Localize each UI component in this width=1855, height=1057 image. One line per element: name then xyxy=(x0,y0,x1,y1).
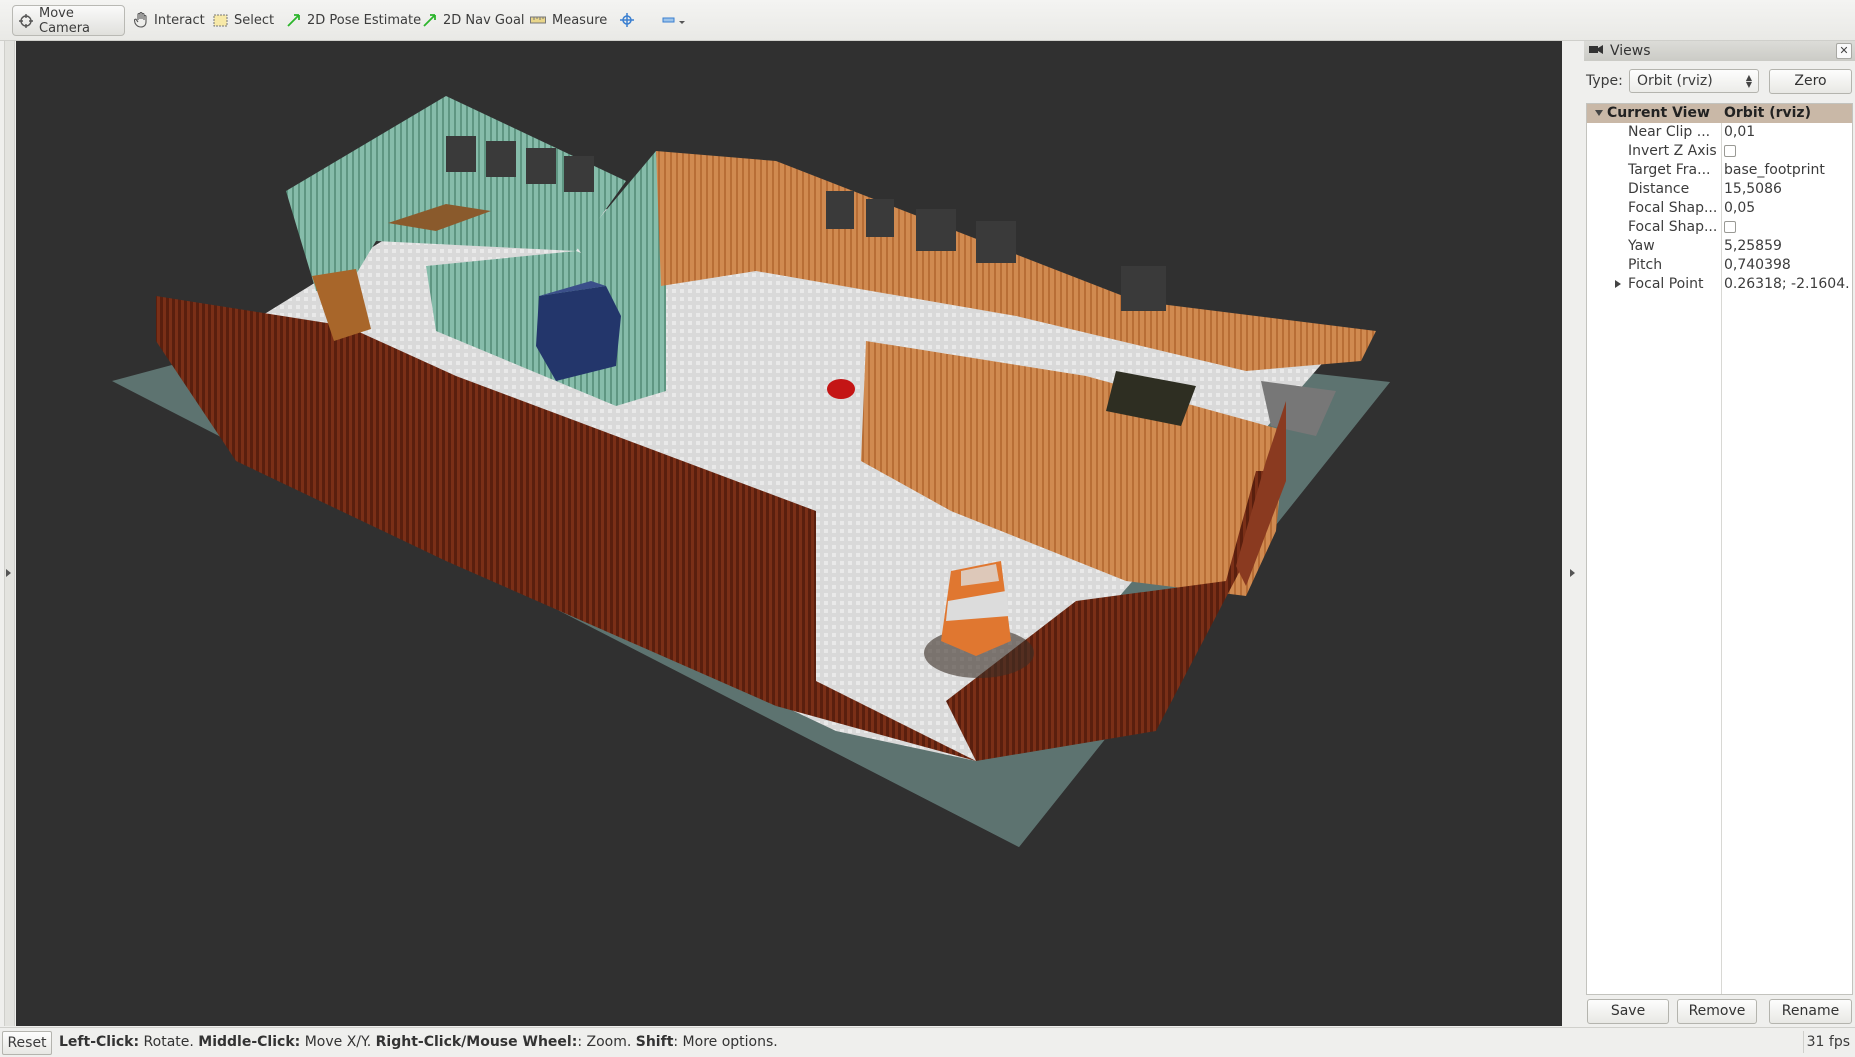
type-label: Type: xyxy=(1586,73,1623,89)
remove-tool-button[interactable] xyxy=(656,6,694,34)
property-value[interactable]: 5,25859 xyxy=(1724,238,1850,254)
measure-tool[interactable]: Measure xyxy=(524,6,613,34)
hint-key: Left-Click: xyxy=(59,1034,140,1050)
move-camera-tool[interactable]: Move Camera xyxy=(12,5,125,36)
collapse-triangle-icon[interactable] xyxy=(1595,110,1603,116)
property-row-near-clip[interactable]: Near Clip ... 0,01 xyxy=(1587,123,1852,142)
camera-icon xyxy=(1588,43,1604,59)
select-label: Select xyxy=(234,12,275,28)
status-hint: Left-Click: Rotate. Middle-Click: Move X… xyxy=(59,1034,778,1050)
remove-button[interactable]: Remove xyxy=(1677,999,1757,1024)
zero-button[interactable]: Zero xyxy=(1769,69,1852,94)
measure-label: Measure xyxy=(552,12,608,28)
hint-key: Right-Click/Mouse Wheel: xyxy=(375,1034,578,1050)
property-value[interactable]: 0.26318; -2.1604... xyxy=(1724,276,1850,292)
property-row-target-frame[interactable]: Target Fra... base_footprint xyxy=(1587,161,1852,180)
move-camera-icon xyxy=(19,13,33,28)
left-splitter-bar[interactable] xyxy=(4,41,15,1026)
render-viewport[interactable] xyxy=(16,41,1562,1026)
property-name: Target Fra... xyxy=(1628,162,1711,178)
property-value[interactable]: 15,5086 xyxy=(1724,181,1850,197)
hint-text: Move X/Y. xyxy=(300,1034,376,1050)
invert-z-checkbox[interactable] xyxy=(1724,145,1736,157)
property-name: Pitch xyxy=(1628,257,1663,273)
select-box-icon xyxy=(213,14,228,27)
select-tool[interactable]: Select xyxy=(207,6,280,34)
point-cloud-scene xyxy=(112,96,1390,847)
reset-button[interactable]: Reset xyxy=(2,1031,52,1055)
fps-counter: 31 fps xyxy=(1802,1031,1853,1053)
focal-shape-checkbox[interactable] xyxy=(1724,221,1736,233)
left-dock-handle[interactable] xyxy=(0,41,16,1026)
property-row-invert-z[interactable]: Invert Z Axis xyxy=(1587,142,1852,161)
property-name: Focal Point xyxy=(1628,276,1704,292)
view-type-value: Orbit (rviz) xyxy=(1637,73,1713,89)
hand-icon xyxy=(134,12,148,28)
current-view-value: Orbit (rviz) xyxy=(1724,105,1811,121)
view-properties-tree[interactable]: Current View Orbit (rviz) Near Clip ... … xyxy=(1586,103,1853,995)
blue-cabinet xyxy=(536,286,621,381)
close-icon: ✕ xyxy=(1839,44,1849,57)
minus-dropdown-icon xyxy=(662,13,688,27)
interact-label: Interact xyxy=(154,12,205,28)
toolbar: Move Camera Interact Select 2D Pose Esti… xyxy=(0,0,1855,41)
property-name: Invert Z Axis xyxy=(1628,143,1717,159)
expand-right-arrow-icon[interactable] xyxy=(1570,569,1575,577)
property-name: Near Clip ... xyxy=(1628,124,1711,140)
current-view-label: Current View xyxy=(1607,105,1710,121)
views-panel-title: Views xyxy=(1610,43,1651,59)
close-panel-button[interactable]: ✕ xyxy=(1836,43,1852,59)
views-panel: Views ✕ Type: Orbit (rviz) ▲ ▼ Zero Curre… xyxy=(1584,41,1855,1026)
hint-text: : More options. xyxy=(673,1034,778,1050)
red-object xyxy=(827,379,855,399)
property-row-yaw[interactable]: Yaw 5,25859 xyxy=(1587,237,1852,256)
status-bar: Reset Left-Click: Rotate. Middle-Click: … xyxy=(0,1027,1855,1057)
property-name: Yaw xyxy=(1628,238,1655,254)
spinner-arrows-icon: ▲ ▼ xyxy=(1745,73,1752,89)
property-row-focal-point[interactable]: Focal Point 0.26318; -2.1604... xyxy=(1587,275,1852,294)
green-arrow-icon xyxy=(287,13,301,27)
nav-goal-label: 2D Nav Goal xyxy=(443,12,525,28)
save-button[interactable]: Save xyxy=(1587,999,1669,1024)
plus-crosshair-icon xyxy=(620,13,634,27)
right-dock-handle[interactable] xyxy=(1562,41,1584,1026)
property-value[interactable]: 0,05 xyxy=(1724,200,1850,216)
property-value[interactable]: base_footprint xyxy=(1724,162,1850,178)
ruler-icon xyxy=(530,16,546,24)
move-camera-label: Move Camera xyxy=(39,5,91,36)
property-value[interactable]: 0,01 xyxy=(1724,124,1850,140)
pose-estimate-tool[interactable]: 2D Pose Estimate xyxy=(281,6,427,34)
property-name: Focal Shap... xyxy=(1628,200,1718,216)
property-row-distance[interactable]: Distance 15,5086 xyxy=(1587,180,1852,199)
add-tool-button[interactable] xyxy=(614,6,640,34)
hint-text: Rotate. xyxy=(139,1034,199,1050)
property-row-pitch[interactable]: Pitch 0,740398 xyxy=(1587,256,1852,275)
hint-key: Middle-Click: xyxy=(198,1034,301,1050)
expand-triangle-icon[interactable] xyxy=(1615,280,1621,288)
rename-button[interactable]: Rename xyxy=(1769,999,1852,1024)
expand-left-arrow-icon[interactable] xyxy=(6,569,11,577)
property-name: Distance xyxy=(1628,181,1690,197)
property-row-focal-shape-fixed[interactable]: Focal Shap... xyxy=(1587,218,1852,237)
green-arrow-icon xyxy=(423,13,437,27)
property-row-focal-shape-size[interactable]: Focal Shap... 0,05 xyxy=(1587,199,1852,218)
interact-tool[interactable]: Interact xyxy=(128,6,211,34)
hint-key: Shift xyxy=(635,1034,674,1050)
nav-goal-tool[interactable]: 2D Nav Goal xyxy=(417,6,531,34)
views-panel-title-bar: Views ✕ xyxy=(1584,41,1855,61)
view-type-select[interactable]: Orbit (rviz) ▲ ▼ xyxy=(1629,69,1759,93)
view-type-row: Type: Orbit (rviz) ▲ ▼ Zero xyxy=(1584,69,1855,95)
current-view-row[interactable]: Current View Orbit (rviz) xyxy=(1587,104,1852,123)
pose-estimate-label: 2D Pose Estimate xyxy=(307,12,422,28)
property-name: Focal Shap... xyxy=(1628,219,1718,235)
property-value[interactable]: 0,740398 xyxy=(1724,257,1850,273)
hint-text: : Zoom. xyxy=(577,1034,636,1050)
